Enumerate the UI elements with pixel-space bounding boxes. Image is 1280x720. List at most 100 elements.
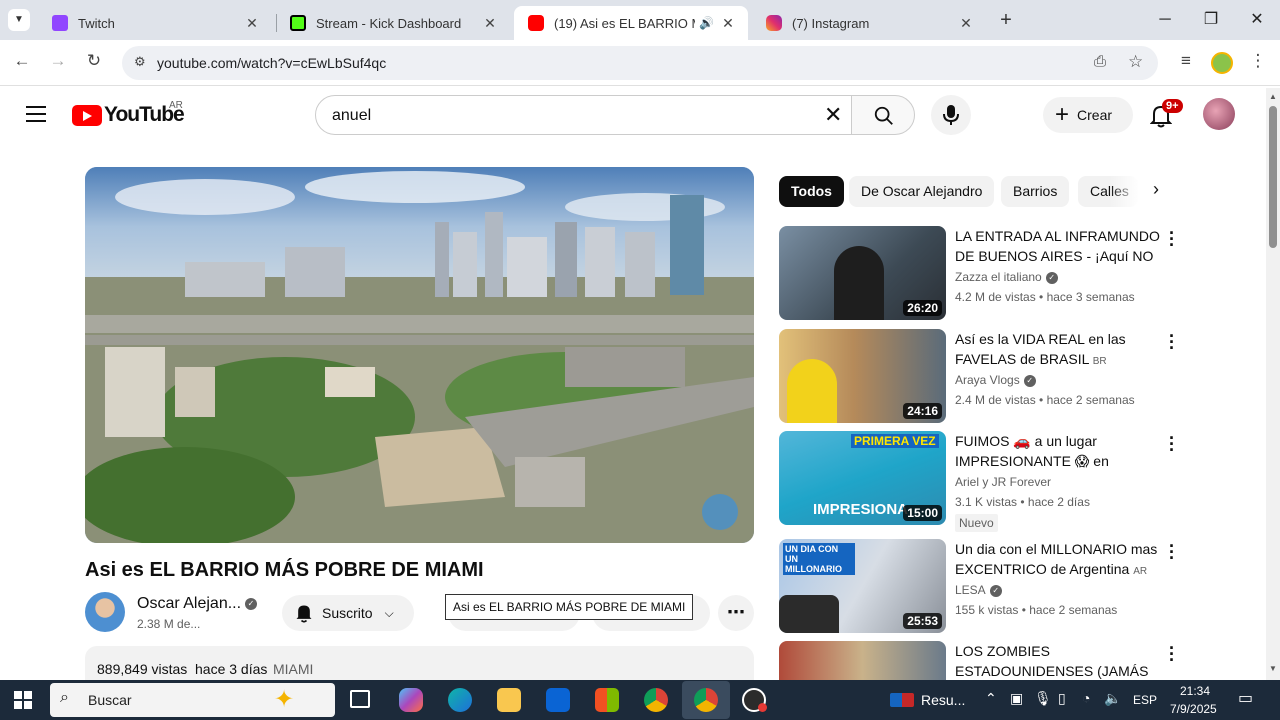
tray-wifi-icon[interactable]: ◔ xyxy=(1082,690,1090,706)
account-avatar[interactable] xyxy=(1203,98,1235,130)
more-vertical-icon[interactable]: · · · xyxy=(1166,429,1178,459)
task-view-icon[interactable] xyxy=(350,690,370,708)
verified-icon: ✓ xyxy=(1045,271,1058,284)
chrome-icon[interactable] xyxy=(644,688,668,712)
related-channel-1[interactable]: Zazza el italiano ✓ xyxy=(955,270,1058,284)
twitch-icon xyxy=(52,15,68,31)
scrollbar-thumb[interactable] xyxy=(1269,106,1277,248)
more-vertical-icon[interactable]: · · · xyxy=(1166,537,1178,567)
channel-name[interactable]: Oscar Alejan... xyxy=(137,595,241,613)
create-label: Crear xyxy=(1077,107,1113,123)
voice-search-button[interactable] xyxy=(931,95,971,135)
language-indicator[interactable]: ESP xyxy=(1133,693,1157,707)
more-actions-button[interactable]: ⋯ xyxy=(718,595,754,631)
related-channel-3[interactable]: Ariel y JR Forever xyxy=(955,475,1051,489)
close-window-icon[interactable]: ✕ xyxy=(1234,6,1280,34)
related-channel-2[interactable]: Araya Vlogs ✓ xyxy=(955,373,1036,387)
site-info-icon[interactable]: ⚙ xyxy=(134,54,146,70)
tray-battery-icon[interactable]: ▯ xyxy=(1058,690,1066,707)
related-thumbnail-1[interactable]: 26:20 xyxy=(779,226,946,320)
tray-chevron-up-icon[interactable]: ⌃ xyxy=(985,690,997,707)
scroll-down-arrow-icon[interactable]: ▼ xyxy=(1269,664,1277,673)
chrome-profile-icon[interactable] xyxy=(694,688,718,712)
more-vertical-icon[interactable]: · · · xyxy=(1166,224,1178,254)
browser-menu-icon[interactable]: ⋮ xyxy=(1246,51,1270,71)
related-thumbnail-4[interactable]: UN DIA CON UN MILLONARIO 25:53 xyxy=(779,539,946,633)
tray-app-icon[interactable]: ▣ xyxy=(1010,690,1023,707)
search-button[interactable] xyxy=(851,95,915,135)
video-player[interactable] xyxy=(85,167,754,543)
file-explorer-icon[interactable] xyxy=(497,688,521,712)
related-title-3[interactable]: FUIMOS 🚗 a un lugar IMPRESIONANTE 😱 en C… xyxy=(955,431,1160,471)
related-channel-4[interactable]: LESA ✓ xyxy=(955,583,1002,597)
related-thumbnail-5[interactable] xyxy=(779,641,946,680)
back-icon[interactable]: ← xyxy=(10,51,34,71)
page-scrollbar[interactable]: ▲ ▼ xyxy=(1266,88,1280,680)
notification-center-icon[interactable]: ▭ xyxy=(1238,688,1253,708)
related-title-5[interactable]: LOS ZOMBIES ESTADOUNIDENSES (JAMÁS ... xyxy=(955,641,1160,680)
news-widget-icon[interactable] xyxy=(890,693,914,707)
forward-icon[interactable]: → xyxy=(46,51,70,71)
minimize-icon[interactable]: ─ xyxy=(1142,6,1188,34)
new-tab-icon[interactable]: + xyxy=(994,9,1018,32)
related-title-2[interactable]: Así es la VIDA REAL en las FAVELAS de BR… xyxy=(955,329,1160,369)
windows-start-icon[interactable] xyxy=(14,691,32,709)
close-tab-icon[interactable]: ✕ xyxy=(482,15,498,32)
clear-search-icon[interactable]: ✕ xyxy=(824,102,842,128)
related-title-4[interactable]: Un dia con el MILLONARIO mas EXCENTRICO … xyxy=(955,539,1160,579)
create-button[interactable]: + Crear xyxy=(1043,97,1133,133)
tab-search-dropdown-icon[interactable]: ▼ xyxy=(8,9,30,31)
bookmark-star-icon[interactable]: ☆ xyxy=(1128,52,1143,72)
reload-icon[interactable]: ↻ xyxy=(82,51,106,71)
tab-instagram[interactable]: (7) Instagram ✕ xyxy=(752,6,986,40)
speaker-icon[interactable]: 🔊 xyxy=(699,16,714,30)
related-title-1[interactable]: LA ENTRADA AL INFRAMUNDO DE BUENOS AIRES… xyxy=(955,226,1160,266)
clock-time[interactable]: 21:34 xyxy=(1180,684,1210,698)
copilot-icon[interactable] xyxy=(399,688,423,712)
outlook-icon[interactable] xyxy=(546,688,570,712)
related-thumbnail-3[interactable]: PRIMERA VEZ IMPRESIONA 15:00 xyxy=(779,431,946,525)
chips-fade xyxy=(1110,176,1140,207)
video-title: Asi es EL BARRIO MÁS POBRE DE MIAMI xyxy=(85,559,484,581)
hamburger-menu-icon[interactable] xyxy=(26,106,46,122)
more-vertical-icon[interactable]: · · · xyxy=(1166,327,1178,357)
close-tab-icon[interactable]: ✕ xyxy=(720,15,736,32)
tray-mic-icon[interactable]: 🎙 xyxy=(1034,690,1052,707)
notifications-button[interactable]: 9+ xyxy=(1148,99,1183,128)
channel-avatar[interactable] xyxy=(85,592,125,632)
thumb-caption-bottom: IMPRESIONA xyxy=(813,501,909,518)
close-tab-icon[interactable]: ✕ xyxy=(958,15,974,32)
chip-barrios[interactable]: Barrios xyxy=(1001,176,1070,207)
tray-volume-icon[interactable]: 🔈 xyxy=(1104,690,1121,707)
chip-de-oscar-alejandro[interactable]: De Oscar Alejandro xyxy=(849,176,995,207)
profile-icon[interactable] xyxy=(1211,52,1233,74)
search-icon: ⌕ xyxy=(60,689,69,706)
tab-twitch[interactable]: Twitch ✕ xyxy=(38,6,272,40)
plus-icon: + xyxy=(1055,101,1070,128)
kick-icon xyxy=(290,15,306,31)
related-thumbnail-2[interactable]: 24:16 xyxy=(779,329,946,423)
news-widget-label[interactable]: Resu... xyxy=(921,692,965,708)
media-control-icon[interactable]: ≡ xyxy=(1174,51,1198,71)
install-app-icon[interactable]: ⎙ xyxy=(1094,53,1106,70)
scroll-up-arrow-icon[interactable]: ▲ xyxy=(1269,92,1277,101)
chevron-right-icon[interactable]: › xyxy=(1142,179,1170,205)
subscriber-count: 2.38 M de... xyxy=(137,617,201,631)
close-tab-icon[interactable]: ✕ xyxy=(244,15,260,32)
tab-kick-dashboard[interactable]: Stream - Kick Dashboard ✕ xyxy=(276,6,510,40)
tab-youtube-active[interactable]: (19) Asi es EL BARRIO MÁS 🔊 ✕ xyxy=(514,6,748,40)
clock-date[interactable]: 7/9/2025 xyxy=(1170,702,1217,716)
restore-icon[interactable]: ❐ xyxy=(1188,6,1234,34)
edge-icon[interactable] xyxy=(448,688,472,712)
description-box[interactable]: 889,849 vistas hace 3 días MIAMI xyxy=(85,646,754,680)
bell-filled-icon xyxy=(296,605,312,623)
search-input[interactable]: anuel ✕ xyxy=(315,95,852,135)
address-bar[interactable]: ⚙ youtube.com/watch?v=cEwLbSuf4qc ⎙ ☆ xyxy=(122,46,1158,80)
store-icon[interactable] xyxy=(595,688,619,712)
more-vertical-icon[interactable]: · · · xyxy=(1166,639,1178,669)
hashtag-link[interactable]: MIAMI xyxy=(273,661,313,677)
related-channel-name: LESA xyxy=(955,583,986,597)
taskbar-search-box[interactable]: ⌕ Buscar ✦ xyxy=(50,683,335,717)
subscribed-button[interactable]: Suscrito ⌵ xyxy=(282,595,414,631)
chip-todos[interactable]: Todos xyxy=(779,176,844,207)
